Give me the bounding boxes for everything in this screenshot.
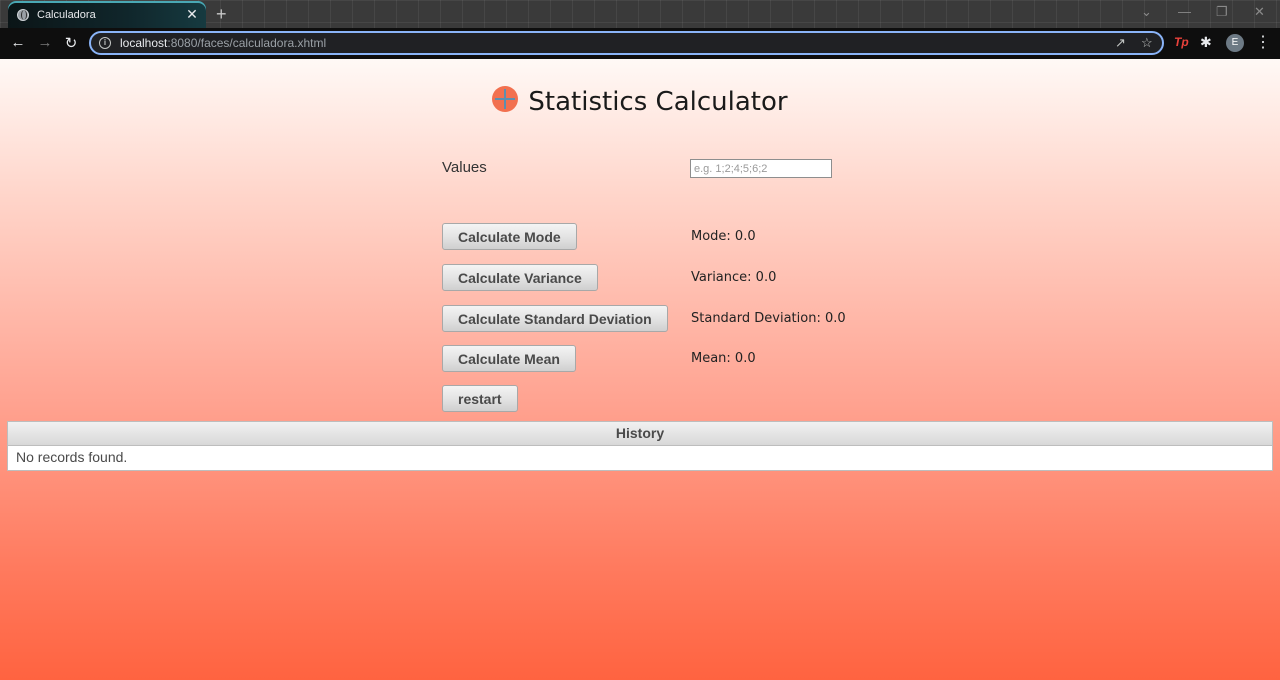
calculate-variance-button[interactable]: Calculate Variance: [442, 264, 598, 291]
tab-close-icon[interactable]: ✕: [184, 6, 200, 23]
restore-icon[interactable]: ❐: [1216, 4, 1228, 20]
tab-title: Calculadora: [37, 8, 96, 21]
tab-calculadora[interactable]: Calculadora ✕: [8, 1, 206, 28]
calculator-logo-icon: [492, 86, 519, 112]
variance-result: Variance: 0.0: [691, 270, 777, 285]
extension-tp-icon[interactable]: Tp: [1174, 35, 1189, 49]
reload-icon[interactable]: ↻: [61, 34, 81, 52]
values-input[interactable]: [690, 159, 832, 178]
calculate-std-dev-button[interactable]: Calculate Standard Deviation: [442, 305, 668, 332]
page-title: Statistics Calculator: [528, 87, 788, 117]
address-bar[interactable]: i localhost:8080/faces/calculadora.xhtml…: [89, 31, 1164, 55]
new-tab-button[interactable]: +: [216, 4, 227, 25]
page-content: Statistics Calculator Values Calculate M…: [0, 59, 1280, 680]
calculate-mode-button[interactable]: Calculate Mode: [442, 223, 577, 250]
puzzle-icon[interactable]: ✱: [1200, 34, 1212, 51]
tab-search-icon[interactable]: ⌄: [1141, 4, 1152, 20]
window-close-icon[interactable]: ✕: [1254, 4, 1265, 20]
forward-arrow-icon[interactable]: →: [35, 34, 55, 51]
history-table: History No records found.: [7, 421, 1273, 471]
std-dev-result: Standard Deviation: 0.0: [691, 311, 846, 326]
minimize-icon[interactable]: —: [1178, 4, 1191, 19]
avatar[interactable]: E: [1226, 34, 1244, 52]
restart-button[interactable]: restart: [442, 385, 518, 412]
share-icon[interactable]: ↗: [1115, 35, 1126, 51]
menu-dots-icon[interactable]: ⋮: [1255, 32, 1271, 52]
star-icon[interactable]: ☆: [1141, 35, 1153, 51]
mode-result: Mode: 0.0: [691, 229, 756, 244]
globe-icon: [17, 8, 29, 21]
mean-result: Mean: 0.0: [691, 351, 756, 366]
page-header: Statistics Calculator: [0, 86, 1280, 117]
tab-strip: Calculadora ✕ + ⌄ — ❐ ✕: [0, 0, 1280, 28]
info-icon[interactable]: i: [99, 37, 111, 49]
history-empty-message: No records found.: [7, 446, 1273, 471]
values-label: Values: [442, 159, 487, 176]
url-text[interactable]: localhost:8080/faces/calculadora.xhtml: [120, 36, 326, 50]
back-arrow-icon[interactable]: ←: [8, 34, 28, 51]
calculate-mean-button[interactable]: Calculate Mean: [442, 345, 576, 372]
browser-toolbar: ← → ↻ i localhost:8080/faces/calculadora…: [0, 28, 1280, 59]
history-header: History: [7, 421, 1273, 446]
